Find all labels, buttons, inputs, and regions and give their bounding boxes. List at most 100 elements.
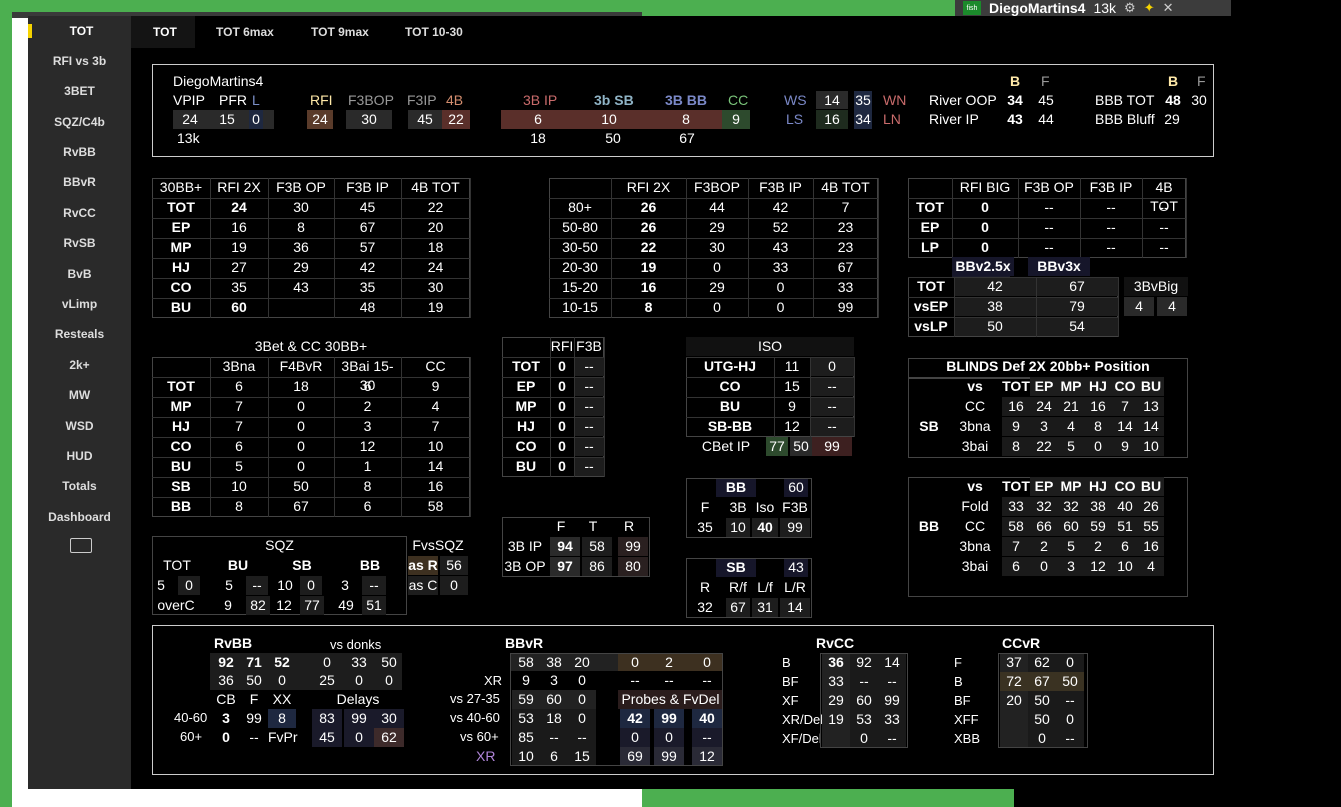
table-depth-cell: 26	[640, 219, 657, 235]
cc-value: 9	[732, 111, 740, 127]
rvcc-label: XF	[782, 693, 799, 708]
table-rfi-cell: 0	[558, 378, 566, 394]
bbvr-l5: vs 60+	[460, 729, 499, 744]
table-big-header: F3B OP	[1024, 179, 1074, 195]
table-3bet-cell: 6	[235, 378, 243, 394]
bb-cell: 40	[1112, 497, 1138, 516]
table-rfi-cell: TOT	[512, 358, 540, 374]
bb-header: vs	[967, 478, 983, 494]
pin-icon[interactable]: ✦	[1144, 0, 1155, 16]
3bbb-value: 8	[682, 111, 690, 127]
rvbb-r4: --	[249, 729, 259, 745]
bb-cell: 4	[1138, 557, 1164, 576]
grid-line	[1142, 178, 1143, 258]
table-3bet-cell: 3	[363, 418, 372, 434]
wn-label: WN	[883, 92, 907, 108]
grid-line	[611, 178, 612, 318]
bb-cell: 55	[1138, 517, 1164, 536]
table-3bet-cell: 0	[297, 438, 305, 454]
table-depth-cell: 44	[709, 199, 725, 215]
table-3bet-cell: BU	[170, 458, 192, 474]
gear-icon[interactable]: ⚙	[1124, 0, 1136, 16]
bbvr-box	[510, 653, 723, 766]
table-30bb-header: 30BB+	[159, 179, 203, 195]
table-rfi-cell: CO	[515, 438, 537, 454]
table-depth-cell: 20-30	[562, 259, 598, 275]
3bvbig-title: 3BvBig	[1124, 277, 1188, 296]
sbmini-box	[686, 558, 812, 618]
table-depth-cell: 0	[713, 259, 721, 275]
grid-line	[152, 417, 470, 418]
cbet-label: CBet IP	[701, 438, 751, 454]
table-rfi-cell: BU	[515, 458, 537, 474]
table-30bb-cell: 35	[231, 279, 247, 295]
table-big-cell: --	[1044, 239, 1054, 255]
bbv-h2: BBv3x	[1028, 257, 1090, 276]
table-30bb-cell: 24	[231, 199, 247, 215]
table-3bet-header	[152, 357, 210, 376]
rvbb-r2: 25	[319, 672, 335, 688]
table-depth-header: RFI 2X	[626, 179, 671, 195]
table-3bet-cell: 10	[231, 478, 247, 494]
table-3bet-cell: 8	[363, 478, 372, 494]
grid-line	[152, 497, 470, 498]
table-30bb-cell: 43	[293, 279, 309, 295]
table-bbv-cell: TOT	[917, 278, 945, 294]
grid-line	[502, 397, 604, 398]
4b-value: 22	[442, 110, 470, 129]
bbvr-l4: vs 40-60	[450, 710, 500, 725]
blinds-box	[908, 358, 1188, 458]
sqz-h-bb: BB	[359, 557, 381, 573]
rvbb-r1: 33	[351, 654, 367, 670]
rfi-label: RFI	[310, 92, 333, 108]
bbb-bluff-label: BBB Bluff	[1095, 111, 1155, 127]
sqz-overc-cell: 9	[224, 597, 232, 613]
bbvr-xr: XR	[484, 673, 503, 688]
sqz-h-sb: SB	[292, 557, 312, 573]
grid-line	[908, 238, 1186, 239]
bb-cell: 5	[1058, 537, 1084, 556]
grid-line	[810, 357, 811, 437]
bb-header: BU	[1138, 477, 1164, 496]
bb-cell: 51	[1112, 517, 1138, 536]
rvcc-label: XR/Del	[782, 712, 824, 727]
table-depth-cell: 7	[841, 199, 850, 215]
table-30bb-cell: 36	[293, 239, 309, 255]
grid-line	[1018, 178, 1019, 258]
table-depth-cell: 23	[837, 219, 854, 235]
table-rfi-cell: --	[574, 397, 604, 416]
bb-header: MP	[1058, 477, 1084, 496]
ccvr-label: BF	[954, 693, 971, 708]
sqz-cell: --	[362, 576, 386, 595]
table-3bet-header: F4BvR	[279, 358, 323, 374]
grid-line	[334, 178, 335, 318]
bb-cell: 32	[1030, 497, 1058, 516]
table-30bb-cell: 18	[427, 239, 444, 255]
sqz-overc-cell: 49	[338, 597, 354, 613]
table-depth-header	[549, 178, 611, 197]
table-3bet-header: 3Bna	[222, 358, 256, 374]
ccvr-label: B	[954, 674, 963, 689]
rvbb-r3: 99	[246, 710, 262, 726]
rvcc-label: B	[782, 655, 791, 670]
bb-cell: 0	[1030, 557, 1058, 576]
ccvr-box	[998, 653, 1088, 748]
grid-line	[549, 238, 878, 239]
grid-line	[549, 278, 878, 279]
sqz-overc: overC	[157, 597, 195, 613]
table-bbv-cell: 42	[954, 277, 1036, 296]
grid-line	[152, 298, 470, 299]
table-depth-cell: 26	[640, 199, 657, 215]
grid-line	[774, 357, 775, 437]
table-3bet-cell: 0	[297, 418, 305, 434]
grid-line	[152, 377, 470, 378]
close-icon[interactable]: ✕	[1163, 0, 1174, 16]
grid-line	[574, 337, 575, 477]
table-30bb-cell: TOT	[167, 199, 195, 215]
sqz-cell: 5	[157, 577, 165, 593]
fvssqz-title: FvsSQZ	[412, 537, 464, 553]
sqz-asc: as C	[408, 576, 438, 595]
sqz-cell: 10	[277, 577, 293, 593]
sqz-cell: 0	[300, 576, 322, 595]
3bet-title: 3Bet & CC 30BB+	[254, 338, 368, 354]
